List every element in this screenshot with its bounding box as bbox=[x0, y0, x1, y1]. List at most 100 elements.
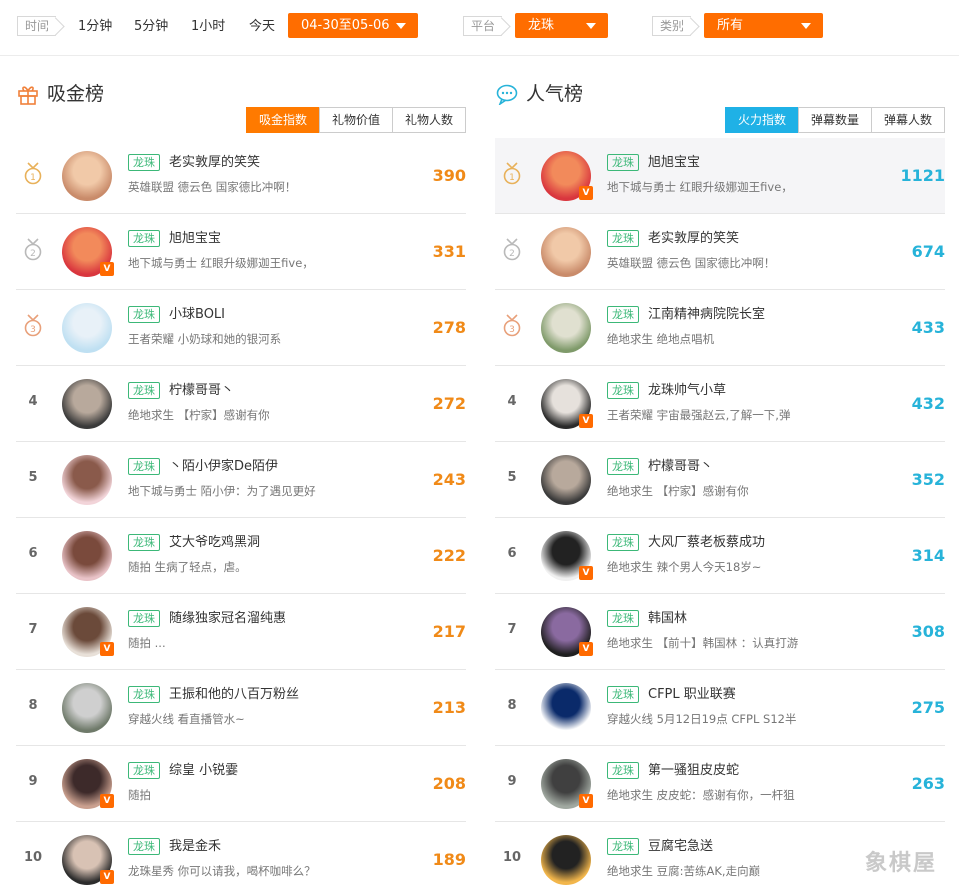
streamer-name[interactable]: 王振和他的八百万粉丝 bbox=[169, 686, 299, 703]
tab-fire-index[interactable]: 火力指数 bbox=[724, 107, 799, 133]
list-item[interactable]: 8 龙珠 王振和他的八百万粉丝穿越火线 看直播管水~ 213 bbox=[16, 670, 466, 746]
streamer-name[interactable]: 综皇 小锐霎 bbox=[169, 762, 238, 779]
streamer-name[interactable]: 随缘独家冠名溜纯惠 bbox=[169, 610, 286, 627]
rank-number: 10 bbox=[502, 850, 522, 865]
time-option-today[interactable]: 今天 bbox=[249, 17, 275, 37]
list-item[interactable]: 2 V 龙珠 旭旭宝宝 地下城与勇士 红眼升级娜迦王five， 331 bbox=[16, 214, 466, 290]
stream-description: 绝地求生 辣个男人今天18岁~ bbox=[607, 560, 762, 574]
category-label: 类别 bbox=[652, 16, 692, 36]
rank-number: 7 bbox=[507, 622, 517, 637]
time-option-1min[interactable]: 1分钟 bbox=[78, 17, 112, 37]
streamer-name[interactable]: 旭旭宝宝 bbox=[169, 230, 221, 247]
list-item[interactable]: 5 龙珠 柠檬哥哥丶 绝地求生 【柠家】感谢有你 352 bbox=[495, 442, 945, 518]
platform-badge: 龙珠 bbox=[128, 686, 160, 703]
stream-description: 地下城与勇士 红眼升级娜迦王five， bbox=[128, 256, 314, 270]
stream-description: 绝地求生 【柠家】感谢有你 bbox=[607, 484, 749, 498]
ranking-score: 213 bbox=[432, 698, 466, 717]
avatar[interactable] bbox=[62, 379, 112, 429]
avatar[interactable] bbox=[541, 683, 591, 733]
list-item[interactable]: 3 龙珠 小球BOLI 王者荣耀 小奶球和她的银河系 278 bbox=[16, 290, 466, 366]
svg-text:2: 2 bbox=[509, 249, 515, 259]
gold-tabs: 吸金指数 礼物价值 礼物人数 bbox=[245, 107, 466, 133]
streamer-name[interactable]: 大风厂蔡老板蔡成功 bbox=[648, 534, 765, 551]
tab-danmu-count[interactable]: 弹幕数量 bbox=[797, 107, 872, 133]
rank-number: 4 bbox=[28, 394, 38, 409]
list-item[interactable]: 4 V 龙珠 龙珠帅气小草 王者荣耀 宇宙最强赵云,了解一下,弹 432 bbox=[495, 366, 945, 442]
list-item[interactable]: 1 V 龙珠 旭旭宝宝 地下城与勇士 红眼升级娜迦王five， 1121 bbox=[495, 138, 945, 214]
stream-description: 英雄联盟 德云色 国家德比冲啊！ bbox=[607, 256, 776, 270]
ranking-score: 674 bbox=[911, 242, 945, 261]
list-item[interactable]: 2 龙珠 老实敦厚的笑笑 英雄联盟 德云色 国家德比冲啊！ 674 bbox=[495, 214, 945, 290]
avatar[interactable] bbox=[541, 835, 591, 885]
rank-number: 8 bbox=[28, 698, 38, 713]
streamer-name[interactable]: CFPL 职业联赛 bbox=[648, 686, 736, 703]
list-item[interactable]: 7 V 龙珠 随缘独家冠名溜纯惠 随拍 ... 217 bbox=[16, 594, 466, 670]
stream-description: 王者荣耀 小奶球和她的银河系 bbox=[128, 332, 282, 346]
medal-icon: 3 bbox=[24, 314, 42, 337]
list-item[interactable]: 1 龙珠 老实敦厚的笑笑 英雄联盟 德云色 国家德比冲啊！ 390 bbox=[16, 138, 466, 214]
verified-badge-icon: V bbox=[579, 642, 593, 656]
avatar[interactable] bbox=[62, 531, 112, 581]
streamer-name[interactable]: 旭旭宝宝 bbox=[648, 154, 700, 171]
streamer-name[interactable]: 龙珠帅气小草 bbox=[648, 382, 726, 399]
streamer-name[interactable]: 柠檬哥哥丶 bbox=[169, 382, 234, 399]
stream-description: 绝地求生 绝地点唱机 bbox=[607, 332, 715, 346]
avatar[interactable] bbox=[541, 227, 591, 277]
tab-gift-count[interactable]: 礼物人数 bbox=[391, 107, 466, 133]
streamer-name[interactable]: 豆腐宅急送 bbox=[648, 838, 713, 855]
avatar[interactable] bbox=[62, 151, 112, 201]
streamer-name[interactable]: 江南精神病院院长室 bbox=[648, 306, 765, 323]
list-item[interactable]: 6 龙珠 艾大爷吃鸡黑洞 随拍 生病了轻点，虐。 222 bbox=[16, 518, 466, 594]
panel-title: 吸金榜 bbox=[47, 83, 105, 105]
stream-description: 穿越火线 看直播管水~ bbox=[128, 712, 245, 726]
platform-badge: 龙珠 bbox=[607, 686, 639, 703]
streamer-name[interactable]: 老实敦厚的笑笑 bbox=[169, 154, 260, 171]
streamer-name[interactable]: 韩国林 bbox=[648, 610, 687, 627]
time-option-5min[interactable]: 5分钟 bbox=[134, 17, 168, 37]
avatar[interactable] bbox=[62, 303, 112, 353]
ranking-score: 352 bbox=[911, 470, 945, 489]
list-item[interactable]: 8 龙珠 CFPL 职业联赛 穿越火线 5月12日19点 CFPL S12半 275 bbox=[495, 670, 945, 746]
gold-ranking-panel: 吸金榜 吸金指数 礼物价值 礼物人数 1 龙珠 老实敦厚的笑笑 英雄联盟 德云色 国家… bbox=[0, 57, 466, 889]
streamer-name[interactable]: 老实敦厚的笑笑 bbox=[648, 230, 739, 247]
list-item[interactable]: 6 V 龙珠 大风厂蔡老板蔡成功 绝地求生 辣个男人今天18岁~ 314 bbox=[495, 518, 945, 594]
time-option-1hour[interactable]: 1小时 bbox=[191, 17, 225, 37]
watermark-logo: 象棋屋 bbox=[864, 851, 937, 876]
tab-gift-value[interactable]: 礼物价值 bbox=[318, 107, 393, 133]
tab-gold-index[interactable]: 吸金指数 bbox=[245, 107, 320, 133]
avatar[interactable] bbox=[541, 303, 591, 353]
date-range-select[interactable]: 04-30至05-06 bbox=[288, 13, 418, 38]
streamer-name[interactable]: 我是金禾 bbox=[169, 838, 221, 855]
list-item[interactable]: 4 龙珠 柠檬哥哥丶 绝地求生 【柠家】感谢有你 272 bbox=[16, 366, 466, 442]
tab-danmu-users[interactable]: 弹幕人数 bbox=[870, 107, 945, 133]
verified-badge-icon: V bbox=[100, 794, 114, 808]
streamer-name[interactable]: 柠檬哥哥丶 bbox=[648, 458, 713, 475]
platform-badge: 龙珠 bbox=[607, 306, 639, 323]
avatar[interactable] bbox=[62, 683, 112, 733]
rank-number: 9 bbox=[28, 774, 38, 789]
list-item[interactable]: 3 龙珠 江南精神病院院长室 绝地求生 绝地点唱机 433 bbox=[495, 290, 945, 366]
list-item[interactable]: 9 V 龙珠 综皇 小锐霎 随拍 208 bbox=[16, 746, 466, 822]
avatar[interactable] bbox=[62, 455, 112, 505]
verified-badge-icon: V bbox=[100, 870, 114, 884]
ranking-score: 433 bbox=[911, 318, 945, 337]
ranking-score: 243 bbox=[432, 470, 466, 489]
platform-select[interactable]: 龙珠 bbox=[515, 13, 608, 38]
list-item[interactable]: 10 V 龙珠 我是金禾 龙珠星秀 你可以请我，喝杯咖啡么？ 189 bbox=[16, 822, 466, 889]
list-item[interactable]: 5 龙珠 丶陌小伊家De陌伊 地下城与勇士 陌小伊：为了遇见更好 243 bbox=[16, 442, 466, 518]
category-select[interactable]: 所有 bbox=[704, 13, 823, 38]
avatar[interactable] bbox=[541, 455, 591, 505]
stream-description: 绝地求生 【前十】韩国林 ：认真打游 bbox=[607, 636, 799, 650]
medal-icon: 1 bbox=[24, 162, 42, 185]
streamer-name[interactable]: 第一骚狙皮皮蛇 bbox=[648, 762, 739, 779]
streamer-name[interactable]: 丶陌小伊家De陌伊 bbox=[169, 458, 278, 475]
ranking-score: 208 bbox=[432, 774, 466, 793]
platform-badge: 龙珠 bbox=[607, 534, 639, 551]
streamer-name[interactable]: 小球BOLI bbox=[169, 306, 225, 323]
time-label: 时间 bbox=[17, 16, 57, 36]
list-item[interactable]: 7 V 龙珠 韩国林 绝地求生 【前十】韩国林 ：认真打游 308 bbox=[495, 594, 945, 670]
ranking-score: 263 bbox=[911, 774, 945, 793]
streamer-name[interactable]: 艾大爷吃鸡黑洞 bbox=[169, 534, 260, 551]
list-item[interactable]: 9 V 龙珠 第一骚狙皮皮蛇 绝地求生 皮皮蛇：感谢有你，一杆狙 263 bbox=[495, 746, 945, 822]
ranking-score: 331 bbox=[432, 242, 466, 261]
